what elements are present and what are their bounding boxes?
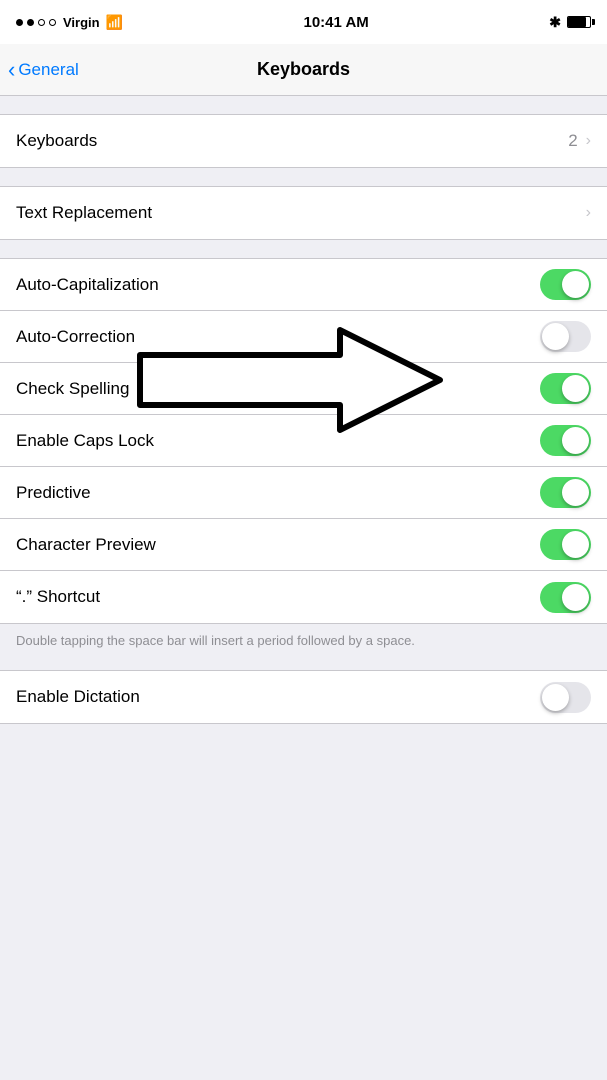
status-left: Virgin 📶 <box>16 14 123 31</box>
keyboards-group: Keyboards 2 › <box>0 114 607 168</box>
keyboards-right: 2 › <box>568 131 591 151</box>
predictive-toggle[interactable] <box>540 477 591 508</box>
predictive-label: Predictive <box>16 483 91 503</box>
battery-icon <box>567 16 591 28</box>
status-time: 10:41 AM <box>304 14 369 31</box>
enable-dictation-toggle[interactable] <box>540 682 591 713</box>
character-preview-row: Character Preview <box>0 519 607 571</box>
period-shortcut-toggle[interactable] <box>540 582 591 613</box>
enable-caps-lock-row: Enable Caps Lock <box>0 415 607 467</box>
toggles-group: Auto-Capitalization Auto-Correction Chec… <box>0 258 607 624</box>
auto-correction-label: Auto-Correction <box>16 327 135 347</box>
nav-bar: ‹ General Keyboards <box>0 44 607 96</box>
signal-dot-4 <box>49 19 56 26</box>
carrier-label: Virgin <box>63 15 100 30</box>
text-replacement-label: Text Replacement <box>16 203 152 223</box>
enable-dictation-row: Enable Dictation <box>0 671 607 723</box>
section-gap-4 <box>0 660 607 670</box>
enable-dictation-thumb <box>542 684 569 711</box>
enable-dictation-label: Enable Dictation <box>16 687 140 707</box>
auto-cap-row: Auto-Capitalization <box>0 259 607 311</box>
check-spelling-toggle[interactable] <box>540 373 591 404</box>
character-preview-thumb <box>562 531 589 558</box>
signal-dot-1 <box>16 19 23 26</box>
text-replacement-right: › <box>586 204 591 222</box>
status-bar: Virgin 📶 10:41 AM ✱ <box>0 0 607 44</box>
enable-caps-lock-toggle[interactable] <box>540 425 591 456</box>
auto-correction-toggle[interactable] <box>540 321 591 352</box>
text-replacement-group: Text Replacement › <box>0 186 607 240</box>
check-spelling-thumb <box>562 375 589 402</box>
enable-caps-lock-thumb <box>562 427 589 454</box>
predictive-thumb <box>562 479 589 506</box>
enable-dictation-group: Enable Dictation <box>0 670 607 724</box>
back-chevron-icon: ‹ <box>8 59 15 81</box>
status-right: ✱ <box>549 14 591 31</box>
battery-fill <box>568 17 586 27</box>
keyboards-chevron-icon: › <box>586 132 591 150</box>
page-container: Virgin 📶 10:41 AM ✱ ‹ General Keyboards … <box>0 0 607 724</box>
predictive-row: Predictive <box>0 467 607 519</box>
auto-cap-toggle[interactable] <box>540 269 591 300</box>
signal-dot-2 <box>27 19 34 26</box>
section-gap-2 <box>0 168 607 186</box>
auto-cap-label: Auto-Capitalization <box>16 275 159 295</box>
enable-caps-lock-label: Enable Caps Lock <box>16 431 154 451</box>
check-spelling-row: Check Spelling <box>0 363 607 415</box>
period-shortcut-label: “.” Shortcut <box>16 587 100 607</box>
auto-cap-thumb <box>562 271 589 298</box>
auto-correction-row: Auto-Correction <box>0 311 607 363</box>
period-shortcut-note: Double tapping the space bar will insert… <box>0 624 607 660</box>
page-title: Keyboards <box>257 59 350 80</box>
character-preview-label: Character Preview <box>16 535 156 555</box>
check-spelling-label: Check Spelling <box>16 379 129 399</box>
bluetooth-icon: ✱ <box>549 14 561 31</box>
text-replacement-chevron-icon: › <box>586 204 591 222</box>
back-label: General <box>18 60 78 80</box>
text-replacement-row[interactable]: Text Replacement › <box>0 187 607 239</box>
wifi-icon: 📶 <box>106 14 123 31</box>
period-shortcut-thumb <box>562 584 589 611</box>
character-preview-toggle[interactable] <box>540 529 591 560</box>
section-gap-3 <box>0 240 607 258</box>
keyboards-label: Keyboards <box>16 131 97 151</box>
back-button[interactable]: ‹ General <box>8 59 79 81</box>
keyboards-row[interactable]: Keyboards 2 › <box>0 115 607 167</box>
period-shortcut-row: “.” Shortcut <box>0 571 607 623</box>
keyboards-count: 2 <box>568 131 577 151</box>
section-gap-1 <box>0 96 607 114</box>
auto-correction-thumb <box>542 323 569 350</box>
toggles-section: Auto-Capitalization Auto-Correction Chec… <box>0 258 607 624</box>
signal-dot-3 <box>38 19 45 26</box>
